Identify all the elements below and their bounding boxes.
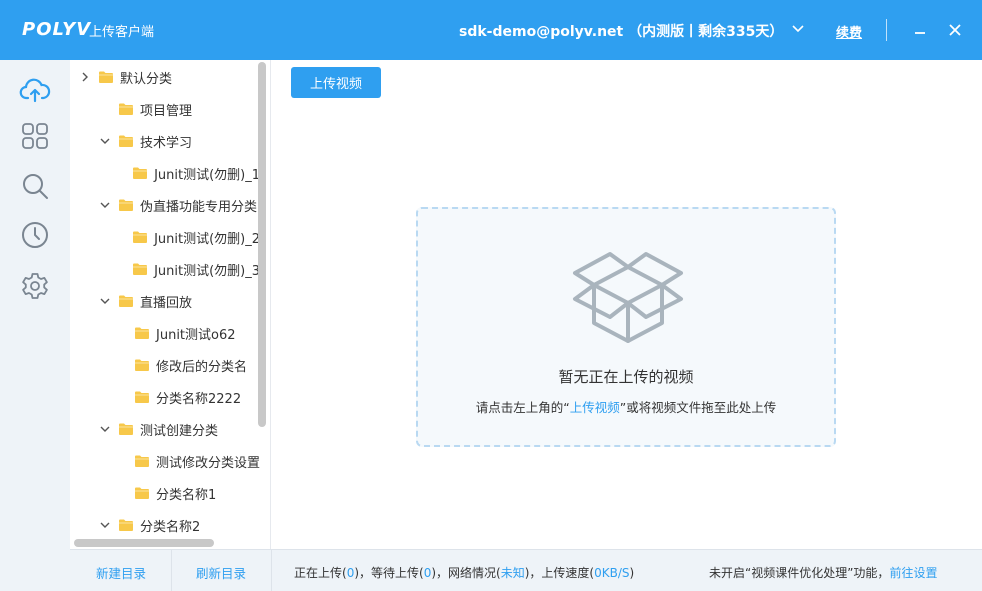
gear-icon[interactable] <box>17 268 53 304</box>
go-settings-link[interactable]: 前往设置 <box>889 566 937 580</box>
tree-item[interactable]: 测试创建分类 <box>70 413 260 445</box>
empty-state-title: 暂无正在上传的视频 <box>558 368 694 386</box>
app-name: 上传客户端 <box>89 25 155 40</box>
folder-icon <box>118 198 134 212</box>
search-icon[interactable] <box>17 168 53 204</box>
hint-text-after: ”或将视频文件拖至此处上传 <box>619 400 777 415</box>
chevron-right-icon[interactable] <box>78 70 92 84</box>
main-panel: 上传视频 暂无正在上传的视频 请点击左上角的“上传视频”或将视频文件拖至此处上传 <box>271 60 982 549</box>
chevron-down-icon[interactable] <box>98 422 112 436</box>
tree-item[interactable]: 直播回放 <box>70 285 260 317</box>
tree-item[interactable]: 分类名称2222 <box>70 381 260 413</box>
account-info: sdk-demo@polyv.net （内测版丨剩余335天） <box>459 24 784 40</box>
tree-item[interactable]: Junit测试(勿删)_3 <box>70 253 260 285</box>
tree-item-label: 测试修改分类设置 <box>155 455 260 471</box>
folder-icon <box>118 518 134 532</box>
tree-item-label: 默认分类 <box>120 71 173 87</box>
tree-item-label: Junit测试(勿删)_3 <box>154 263 260 279</box>
tree-item-label: Junit测试(勿删)_2 <box>154 231 260 247</box>
status-bar: 新建目录 刷新目录 正在上传(0)，等待上传(0)，网络情况(未知)，上传速度(… <box>70 549 982 591</box>
tree-horizontal-scrollbar[interactable] <box>74 539 214 547</box>
tree-item-label: 项目管理 <box>140 103 193 119</box>
minimize-icon[interactable] <box>908 17 932 41</box>
category-tree: 默认分类项目管理技术学习 Junit测试(勿删)_1 伪直播功能专用分类 Junit测… <box>70 60 271 549</box>
folder-icon <box>132 230 148 244</box>
speed-close: ) <box>629 566 635 580</box>
app-logo: POLYV <box>22 19 92 40</box>
upload-status: 正在上传(0)，等待上传(0)，网络情况(未知)，上传速度(0KB/S) <box>294 564 634 581</box>
status-divider <box>271 550 272 591</box>
hint-upload-link[interactable]: 上传视频 <box>570 400 620 415</box>
chevron-down-icon[interactable] <box>98 294 112 308</box>
network-label: )，网络情况( <box>431 566 501 580</box>
empty-state-hint: 请点击左上角的“上传视频”或将视频文件拖至此处上传 <box>418 397 834 416</box>
tree-item[interactable]: 分类名称2 <box>70 509 260 541</box>
status-divider <box>171 550 172 591</box>
tree-item[interactable]: 测试修改分类设置 <box>70 445 260 477</box>
folder-icon <box>134 390 150 404</box>
titlebar-divider <box>886 19 887 41</box>
optimization-notice: 未开启“视频课件优化处理”功能，前往设置 <box>709 564 937 581</box>
folder-icon <box>118 134 134 148</box>
tree-item-label: Junit测试(勿删)_1 <box>154 167 260 183</box>
tree-item[interactable]: 修改后的分类名 <box>70 349 260 381</box>
folder-icon <box>134 326 150 340</box>
left-nav-rail <box>0 60 70 591</box>
title-bar: POLYV 上传客户端 sdk-demo@polyv.net （内测版丨剩余33… <box>0 0 982 60</box>
folder-icon <box>134 358 150 372</box>
tree-item[interactable]: 技术学习 <box>70 125 260 157</box>
tree-item[interactable]: 分类名称1 <box>70 477 260 509</box>
folder-icon <box>98 70 114 84</box>
chevron-down-icon[interactable] <box>98 134 112 148</box>
close-icon[interactable] <box>943 17 967 41</box>
tree-item[interactable]: Junit测试o62 <box>70 317 260 349</box>
renew-link[interactable]: 续费 <box>836 22 862 41</box>
chevron-down-icon[interactable] <box>98 518 112 532</box>
grid-icon[interactable] <box>17 118 53 154</box>
tree-item-label: 伪直播功能专用分类 <box>140 199 258 215</box>
tree-item[interactable]: 项目管理 <box>70 93 260 125</box>
tree-item-label: 技术学习 <box>140 135 193 151</box>
network-value: 未知 <box>500 566 525 580</box>
tree-item-label: Junit测试o62 <box>156 327 236 343</box>
chevron-down-icon[interactable] <box>98 198 112 212</box>
empty-box-icon <box>570 239 686 353</box>
folder-icon <box>132 262 148 276</box>
account-dropdown-chevron-icon[interactable] <box>789 17 807 41</box>
speed-value: 0KB/S <box>594 566 630 580</box>
notice-text: 未开启“视频课件优化处理”功能， <box>709 566 890 580</box>
tree-item[interactable]: Junit测试(勿删)_2 <box>70 221 260 253</box>
waiting-label: )，等待上传( <box>354 566 424 580</box>
folder-icon <box>118 102 134 116</box>
folder-icon <box>134 486 150 500</box>
drop-zone[interactable]: 暂无正在上传的视频 请点击左上角的“上传视频”或将视频文件拖至此处上传 <box>416 207 836 447</box>
folder-icon <box>134 454 150 468</box>
tree-vertical-scrollbar[interactable] <box>258 62 266 427</box>
tree-item[interactable]: Junit测试(勿删)_1 <box>70 157 260 189</box>
tree-item-label: 修改后的分类名 <box>156 359 248 375</box>
tree-item[interactable]: 伪直播功能专用分类 <box>70 189 260 221</box>
tree-item[interactable]: 默认分类 <box>70 61 260 93</box>
hint-text-before: 请点击左上角的“ <box>475 400 570 415</box>
tree-item-label: 直播回放 <box>140 295 193 311</box>
folder-icon <box>118 422 134 436</box>
tree-item-label: 分类名称2222 <box>156 391 242 407</box>
upload-video-button[interactable]: 上传视频 <box>291 67 381 98</box>
folder-icon <box>132 166 148 180</box>
tree-item-label: 分类名称2 <box>140 519 201 535</box>
tree-item-label: 测试创建分类 <box>140 423 219 439</box>
cloud-upload-icon[interactable] <box>17 72 53 108</box>
folder-icon <box>118 294 134 308</box>
uploading-label: 正在上传( <box>294 566 347 580</box>
speed-label: )，上传速度( <box>524 566 595 580</box>
clock-icon[interactable] <box>17 217 53 253</box>
refresh-directory-button[interactable]: 刷新目录 <box>196 563 246 582</box>
tree-item-label: 分类名称1 <box>156 487 217 503</box>
new-directory-button[interactable]: 新建目录 <box>96 563 146 582</box>
